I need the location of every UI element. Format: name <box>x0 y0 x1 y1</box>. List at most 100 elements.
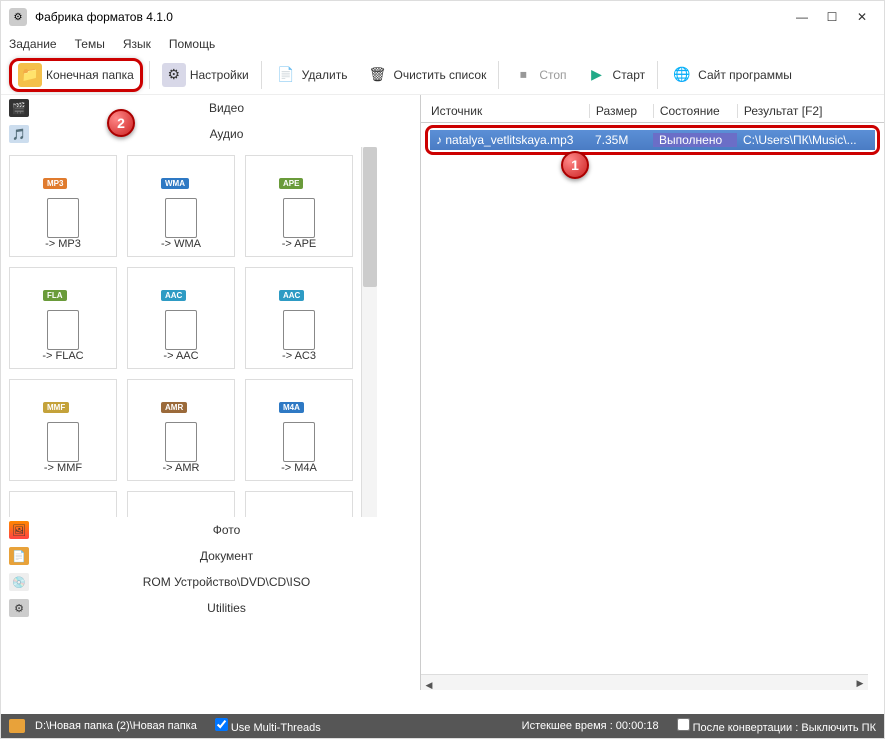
start-button[interactable]: ▶ Старт <box>579 59 652 91</box>
category-utilities[interactable]: ⚙ Utilities <box>1 595 420 621</box>
cell-source: ♪ natalya_vetlitskaya.mp3 <box>430 133 589 147</box>
multithread-toggle[interactable]: Use Multi-Threads <box>207 718 321 734</box>
format-cell-ogg[interactable]: OGG <box>127 491 235 517</box>
cell-result: C:\Users\ПК\Music\... <box>737 133 875 147</box>
format-file-icon: M4A <box>275 402 323 462</box>
format-cell-amr[interactable]: AMR-> AMR <box>127 379 235 481</box>
format-label: -> AC3 <box>282 350 316 362</box>
category-document-label: Документ <box>41 549 412 563</box>
folder-icon[interactable] <box>9 719 25 733</box>
clear-label: Очистить список <box>393 68 486 82</box>
format-file-icon: FLA <box>39 290 87 350</box>
separator <box>657 61 658 89</box>
category-photo[interactable]: 🖼 Фото <box>1 517 420 543</box>
app-icon: ⚙ <box>9 8 27 26</box>
format-label: -> APE <box>282 238 317 250</box>
format-cell-m4r[interactable]: M4R <box>9 491 117 517</box>
format-cell-mmf[interactable]: MMF-> MMF <box>9 379 117 481</box>
col-size[interactable]: Размер <box>590 104 654 118</box>
menu-task[interactable]: Задание <box>9 37 57 51</box>
table-body: 1 ◀ ▶ <box>421 157 884 690</box>
cell-state: Выполнено <box>653 133 737 147</box>
website-button[interactable]: 🌐 Сайт программы <box>664 59 798 91</box>
main-area: 🎬 Видео 🎵 Аудио MP3-> MP3WMA-> WMAAPE-> … <box>1 95 884 690</box>
category-document[interactable]: 📄 Документ <box>1 543 420 569</box>
audio-icon: 🎵 <box>9 125 29 143</box>
maximize-button[interactable]: ☐ <box>818 7 846 27</box>
scrollbar-thumb[interactable] <box>363 147 377 287</box>
separator <box>261 61 262 89</box>
category-photo-label: Фото <box>41 523 412 537</box>
format-label: -> MMF <box>44 462 82 474</box>
minimize-button[interactable]: — <box>788 7 816 27</box>
left-panel: 🎬 Видео 🎵 Аудио MP3-> MP3WMA-> WMAAPE-> … <box>1 95 421 690</box>
menu-lang[interactable]: Язык <box>123 37 151 51</box>
website-label: Сайт программы <box>698 68 792 82</box>
window-title: Фабрика форматов 4.1.0 <box>35 10 173 24</box>
settings-label: Настройки <box>190 68 249 82</box>
table-row-highlight: ♪ natalya_vetlitskaya.mp3 7.35M Выполнен… <box>425 125 880 155</box>
format-cell-wma[interactable]: WMA-> WMA <box>127 155 235 257</box>
format-file-icon: AAC <box>157 290 205 350</box>
scroll-right-arrow[interactable]: ▶ <box>852 675 868 691</box>
title-bar: ⚙ Фабрика форматов 4.1.0 — ☐ ✕ <box>1 1 884 33</box>
col-source[interactable]: Источник <box>425 104 590 118</box>
folder-icon: 📁 <box>18 63 42 87</box>
stop-label: Стоп <box>539 68 566 82</box>
format-label: -> MP3 <box>45 238 81 250</box>
format-cell-aac[interactable]: AAC-> AC3 <box>245 267 353 369</box>
toolbar: 📁 Конечная папка ⚙ Настройки 📄 Удалить 🗑… <box>1 55 884 95</box>
col-result[interactable]: Результат [F2] <box>738 104 880 118</box>
category-audio-label: Аудио <box>41 127 412 141</box>
menu-help[interactable]: Помощь <box>169 37 215 51</box>
format-file-icon: WMA <box>157 178 205 238</box>
utilities-icon: ⚙ <box>9 599 29 617</box>
format-cell-ape[interactable]: APE-> APE <box>245 155 353 257</box>
category-rom-label: ROM Устройство\DVD\CD\ISO <box>41 575 412 589</box>
format-cell-mp3[interactable]: MP3-> MP3 <box>9 155 117 257</box>
category-video-label: Видео <box>41 101 412 115</box>
output-folder-button[interactable]: 📁 Конечная папка <box>9 58 143 92</box>
after-convert-checkbox[interactable] <box>677 718 690 731</box>
delete-icon: 📄 <box>274 63 298 87</box>
menu-themes[interactable]: Темы <box>75 37 105 51</box>
format-file-icon: AMR <box>157 402 205 462</box>
multithread-checkbox[interactable] <box>215 718 228 731</box>
after-convert-toggle[interactable]: После конвертации : Выключить ПК <box>669 718 876 734</box>
settings-button[interactable]: ⚙ Настройки <box>156 59 255 91</box>
format-label: -> AMR <box>163 462 200 474</box>
format-cell-m4a[interactable]: M4A-> M4A <box>245 379 353 481</box>
col-state[interactable]: Состояние <box>654 104 738 118</box>
category-utilities-label: Utilities <box>41 601 412 615</box>
table-row[interactable]: ♪ natalya_vetlitskaya.mp3 7.35M Выполнен… <box>430 130 875 150</box>
delete-button[interactable]: 📄 Удалить <box>268 59 354 91</box>
clear-list-button[interactable]: 🗑 Очистить список <box>359 59 492 91</box>
category-audio[interactable]: 🎵 Аудио <box>1 121 420 147</box>
annotation-badge-1: 1 <box>561 151 589 179</box>
status-bar: D:\Новая папка (2)\Новая папка Use Multi… <box>1 714 884 738</box>
format-file-icon: MP3 <box>39 178 87 238</box>
right-panel: Источник Размер Состояние Результат [F2]… <box>421 95 884 690</box>
format-label: -> WMA <box>161 238 201 250</box>
format-cell-wav[interactable]: WAV <box>245 491 353 517</box>
stop-icon: ⏹ <box>511 63 535 87</box>
format-file-icon: MMF <box>39 402 87 462</box>
delete-label: Удалить <box>302 68 348 82</box>
stop-button[interactable]: ⏹ Стоп <box>505 59 572 91</box>
horizontal-scrollbar[interactable]: ◀ ▶ <box>421 674 868 690</box>
disc-icon: 💿 <box>9 573 29 591</box>
category-video[interactable]: 🎬 Видео <box>1 95 420 121</box>
format-grid: MP3-> MP3WMA-> WMAAPE-> APEFLA-> FLACAAC… <box>1 147 361 517</box>
format-label: -> FLAC <box>42 350 83 362</box>
status-path[interactable]: D:\Новая папка (2)\Новая папка <box>35 720 197 732</box>
format-cell-fla[interactable]: FLA-> FLAC <box>9 267 117 369</box>
format-file-icon: APE <box>275 178 323 238</box>
menu-bar: Задание Темы Язык Помощь <box>1 33 884 55</box>
close-button[interactable]: ✕ <box>848 7 876 27</box>
separator <box>149 61 150 89</box>
format-scrollbar[interactable] <box>361 147 377 517</box>
category-rom[interactable]: 💿 ROM Устройство\DVD\CD\ISO <box>1 569 420 595</box>
scroll-left-arrow[interactable]: ◀ <box>421 678 437 694</box>
globe-icon: 🌐 <box>670 63 694 87</box>
format-cell-aac[interactable]: AAC-> AAC <box>127 267 235 369</box>
